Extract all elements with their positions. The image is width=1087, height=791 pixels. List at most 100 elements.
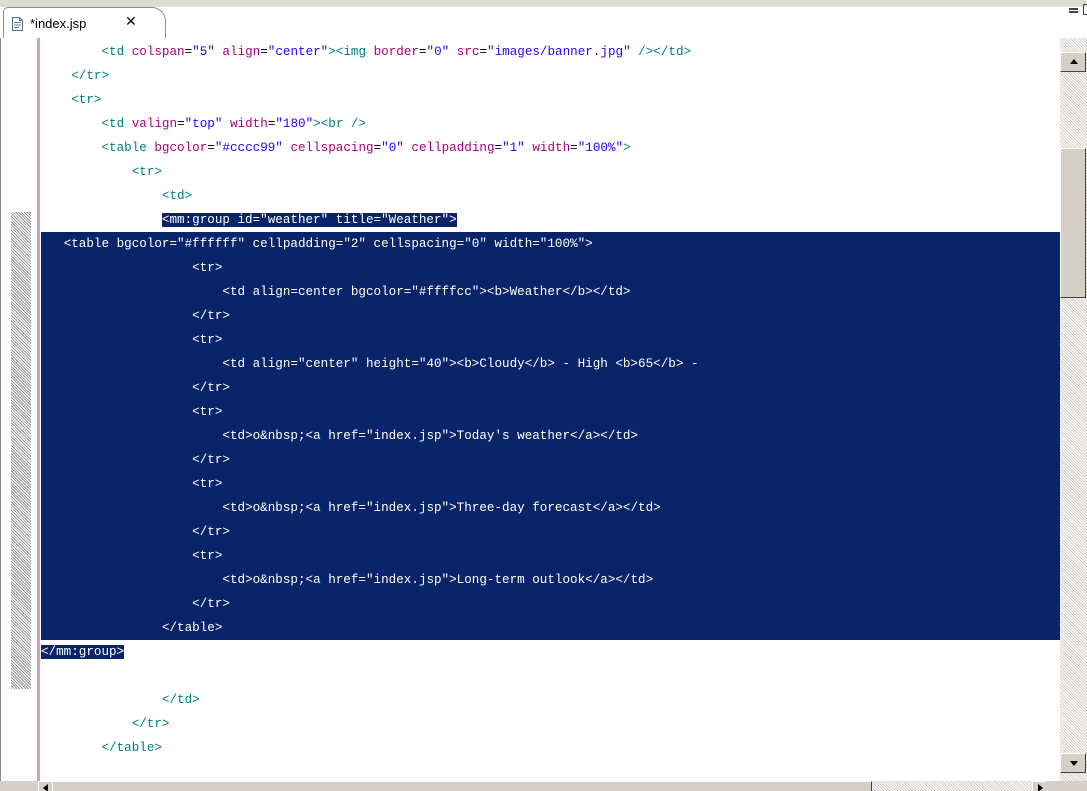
- code-line[interactable]: <tr>: [41, 256, 1060, 280]
- code-token: ><img: [328, 45, 374, 59]
- code-token: <tr>: [192, 405, 223, 419]
- code-token: "top": [184, 117, 223, 131]
- code-line[interactable]: </tr>: [41, 304, 1060, 328]
- code-token: </tr>: [71, 69, 110, 83]
- code-line[interactable]: <td>o&nbsp;<a href="index.jsp">Today's w…: [41, 424, 1060, 448]
- code-token: <tr>: [131, 165, 162, 179]
- close-tab-icon[interactable]: ✕: [125, 14, 137, 30]
- code-line[interactable]: <td>o&nbsp;<a href="index.jsp">Long-term…: [41, 568, 1060, 592]
- code-line[interactable]: <tr>: [41, 88, 101, 112]
- vertical-scrollbar[interactable]: [1060, 38, 1087, 781]
- vertical-scroll-thumb[interactable]: [1060, 148, 1086, 298]
- code-line[interactable]: </tr>: [41, 64, 109, 88]
- code-token: colspan: [131, 45, 185, 59]
- code-token: "100%": [577, 141, 624, 155]
- code-line[interactable]: <td>: [41, 184, 192, 208]
- code-token: border: [373, 45, 419, 59]
- code-line[interactable]: </table>: [41, 616, 1060, 640]
- code-line[interactable]: <tr>: [41, 400, 1060, 424]
- scroll-left-button[interactable]: [38, 781, 52, 791]
- code-line[interactable]: <td colspan="5" align="center"><img bord…: [41, 40, 691, 64]
- jsp-file-icon: [12, 17, 23, 31]
- code-line[interactable]: <tr>: [41, 160, 162, 184]
- overview-ruler: [1, 38, 31, 781]
- minimize-icon[interactable]: [1069, 8, 1078, 10]
- code-token: <tr>: [192, 549, 223, 563]
- selection-range-marker: [11, 212, 31, 689]
- code-line[interactable]: </tr>: [41, 712, 170, 736]
- code-token: <tr>: [192, 333, 223, 347]
- scroll-down-button[interactable]: [1060, 753, 1086, 773]
- code-line[interactable]: <table bgcolor="#ffffff" cellpadding="2"…: [41, 232, 1060, 256]
- code-token: </tr>: [192, 597, 230, 611]
- code-token: </tr>: [192, 525, 230, 539]
- code-token: >: [623, 141, 631, 155]
- code-token: </tr>: [131, 717, 170, 731]
- code-token: <tr>: [192, 261, 223, 275]
- horizontal-scroll-thumb[interactable]: [52, 781, 872, 791]
- code-token: <td>o&nbsp;<a href="index.jsp">Three-day…: [222, 501, 661, 515]
- code-token: <td>: [161, 189, 193, 203]
- arrow-right-icon: [1038, 784, 1043, 791]
- code-token: valign: [131, 117, 178, 131]
- code-token: <td align=center bgcolor="#ffffcc"><b>We…: [222, 285, 631, 299]
- code-token: "0": [426, 45, 450, 59]
- code-line[interactable]: </td>: [41, 688, 200, 712]
- code-token: /></td>: [630, 45, 692, 59]
- code-line[interactable]: <td align=center bgcolor="#ffffcc"><b>We…: [41, 280, 1060, 304]
- code-line[interactable]: <tr>: [41, 472, 1060, 496]
- code-token: =: [479, 45, 488, 59]
- code-token: align: [222, 45, 261, 59]
- code-token: =: [570, 141, 578, 155]
- code-token: <mm:group id="weather" title="Weather">: [161, 213, 457, 227]
- code-token: =: [260, 45, 268, 59]
- code-line[interactable]: <td>o&nbsp;<a href="index.jsp">Three-day…: [41, 496, 1060, 520]
- code-line[interactable]: <table bgcolor="#cccc99" cellspacing="0"…: [41, 136, 631, 160]
- code-line[interactable]: </mm:group>: [41, 640, 125, 664]
- code-token: </tr>: [192, 453, 230, 467]
- code-token: <td align="center" height="40"><b>Cloudy…: [222, 357, 699, 371]
- tab-index-jsp[interactable]: *index.jsp ✕: [3, 7, 166, 38]
- code-token: <tr>: [192, 477, 223, 491]
- code-line[interactable]: </tr>: [41, 592, 1060, 616]
- code-token: <table bgcolor="#ffffff" cellpadding="2"…: [63, 237, 593, 251]
- code-token: width: [229, 117, 268, 131]
- code-token: </table>: [101, 741, 162, 755]
- code-token: ><br />: [313, 117, 367, 131]
- horizontal-scroll-track[interactable]: [872, 781, 1032, 791]
- scroll-up-button[interactable]: [1060, 52, 1086, 72]
- code-line[interactable]: <td align="center" height="40"><b>Cloudy…: [41, 352, 1060, 376]
- code-token: "images/banner.jpg": [487, 45, 631, 59]
- code-token: cellpadding: [411, 141, 495, 155]
- arrow-down-icon: [1070, 761, 1078, 766]
- editor-tab-bar: *index.jsp ✕: [0, 0, 1087, 38]
- scroll-right-button[interactable]: [1032, 781, 1046, 791]
- code-token: "0": [381, 141, 404, 155]
- code-token: <td>o&nbsp;<a href="index.jsp">Long-term…: [222, 573, 654, 587]
- maximize-icon[interactable]: [1083, 4, 1087, 15]
- code-token: <td: [101, 117, 132, 131]
- code-token: src: [456, 45, 480, 59]
- arrow-up-icon: [1070, 59, 1078, 64]
- code-area[interactable]: <td colspan="5" align="center"><img bord…: [41, 38, 1060, 781]
- code-token: </td>: [161, 693, 200, 707]
- source-editor[interactable]: <td colspan="5" align="center"><img bord…: [0, 38, 1060, 781]
- code-line[interactable]: <tr>: [41, 544, 1060, 568]
- code-token: bgcolor: [154, 141, 208, 155]
- code-line[interactable]: <tr>: [41, 328, 1060, 352]
- code-line[interactable]: <td valign="top" width="180"><br />: [41, 112, 366, 136]
- code-token: =: [177, 117, 185, 131]
- code-token: </tr>: [192, 381, 230, 395]
- code-token: <td: [101, 45, 132, 59]
- code-token: "center": [267, 45, 329, 59]
- code-line[interactable]: </tr>: [41, 520, 1060, 544]
- view-controls: [1057, 4, 1087, 18]
- code-line[interactable]: </tr>: [41, 448, 1060, 472]
- horizontal-scrollbar[interactable]: [0, 781, 1087, 791]
- code-token: "5": [192, 45, 215, 59]
- code-line[interactable]: </table>: [41, 736, 162, 760]
- code-line[interactable]: </tr>: [41, 376, 1060, 400]
- code-line[interactable]: <mm:group id="weather" title="Weather">: [41, 208, 457, 232]
